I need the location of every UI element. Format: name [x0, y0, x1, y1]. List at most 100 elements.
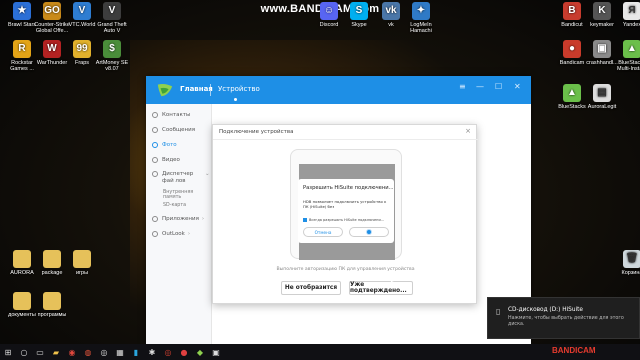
- desktop-shortcut-label: LogMeIn Hamachi: [410, 22, 432, 34]
- desktop-shortcut[interactable]: ✦ LogMeIn Hamachi: [401, 2, 441, 34]
- games-folder-icon: [73, 250, 91, 268]
- record-icon[interactable]: ●: [176, 344, 192, 360]
- sidebar-item-label: OutLook: [162, 231, 185, 237]
- desktop-shortcut[interactable]: Я Yandex: [612, 2, 640, 28]
- sidebar-item-label: Диспетчер фай лов: [162, 171, 194, 184]
- task-view-icon[interactable]: ▭: [32, 344, 48, 360]
- close-icon[interactable]: ×: [465, 127, 471, 135]
- dialog-divider: [213, 139, 478, 140]
- bandicam-taskbar-icon[interactable]: ◎: [160, 344, 176, 360]
- hisuite-taskbar-icon[interactable]: ◆: [192, 344, 208, 360]
- chrome-icon[interactable]: ◉: [64, 344, 80, 360]
- explorer-icon[interactable]: ▰: [48, 344, 64, 360]
- aurora-folder-icon: [13, 250, 31, 268]
- csgo-icon: GO: [43, 2, 61, 20]
- not-shown-button[interactable]: Не отобразится: [281, 281, 341, 295]
- chevron-right-icon: ›: [187, 231, 191, 237]
- video-icon: [152, 157, 158, 163]
- package-folder-icon: [43, 250, 61, 268]
- sidebar-item-label: Видео: [162, 157, 180, 163]
- sidebar-item-video[interactable]: Видео: [152, 157, 212, 164]
- notification-text: Нажмите, чтобы выбрать действие для этог…: [508, 316, 624, 327]
- folder-icon: [152, 171, 158, 177]
- discord-icon: ☺: [320, 2, 338, 20]
- tap-indicator-icon: [366, 229, 372, 235]
- photos-icon: [152, 142, 158, 148]
- menu-icon[interactable]: ≡: [459, 82, 466, 91]
- phone-ok-button: [349, 227, 389, 237]
- start-icon[interactable]: ⊞: [0, 344, 16, 360]
- bluestacks-multi-icon: ▲: [623, 40, 640, 58]
- browser-icon[interactable]: ◍: [80, 344, 96, 360]
- app-icon[interactable]: ▦: [112, 344, 128, 360]
- maximize-icon[interactable]: ☐: [495, 82, 502, 91]
- sidebar-item-photos[interactable]: Фото: [152, 142, 212, 149]
- gta-icon: V: [103, 2, 121, 20]
- close-icon[interactable]: ✕: [514, 82, 521, 91]
- notification-title: CD-дисковод (D:) HiSuite: [508, 307, 583, 313]
- chevron-down-icon: ⌄: [205, 171, 210, 177]
- crashhandler-icon: ▣: [593, 40, 611, 58]
- always-allow-checkbox: Всегда разрешать HiSuite подключени...: [303, 218, 384, 222]
- sidebar-item-outlook[interactable]: OutLook ›: [152, 231, 212, 238]
- sidebar-item-sd-card[interactable]: SD-карта: [163, 203, 186, 208]
- active-tab-indicator: [234, 98, 237, 101]
- outlook-icon: [152, 231, 158, 237]
- desktop-shortcut[interactable]: игры: [62, 250, 102, 276]
- already-confirmed-button[interactable]: Уже подтверждено...: [349, 281, 413, 295]
- desktop-shortcut-label: программы: [37, 312, 67, 318]
- desktop-shortcut[interactable]: ▤ AuroraLegit: [582, 84, 622, 110]
- search-icon[interactable]: ○: [16, 344, 32, 360]
- phone-dialog-title: Разрешить HiSuite подключени...: [303, 185, 394, 191]
- hisuite-logo-icon: [157, 84, 173, 97]
- desktop-shortcut[interactable]: 🗑 Корзина: [612, 250, 640, 276]
- minimize-icon[interactable]: —: [476, 82, 484, 91]
- sidebar-item-messages[interactable]: Сообщения: [152, 127, 212, 134]
- skype-icon: S: [350, 2, 368, 20]
- documents-folder-icon: [13, 292, 31, 310]
- steam-icon[interactable]: ◎: [96, 344, 112, 360]
- bluestacks-icon: ▲: [563, 84, 581, 102]
- artmoney-icon: $: [103, 40, 121, 58]
- brawl-stars-icon: ★: [13, 2, 31, 20]
- sidebar-item-apps[interactable]: Приложения ›: [152, 216, 212, 223]
- bandicam-logo: BANDICAM: [552, 346, 596, 355]
- checkbox-icon: [303, 218, 307, 222]
- desktop-shortcut[interactable]: V Grand Theft Auto V: [92, 2, 132, 34]
- checkbox-label: Всегда разрешать HiSuite подключени...: [309, 218, 385, 222]
- hisuite-header: Главная Устройство ≡ — ☐ ✕: [146, 76, 531, 104]
- autoplay-notification[interactable]: ▯ CD-дисковод (D:) HiSuite Нажмите, чтоб…: [487, 297, 640, 339]
- yandex-icon: Я: [623, 2, 640, 20]
- desktop-shortcut[interactable]: программы: [32, 292, 72, 318]
- desktop-shortcut[interactable]: ▲ BlueStacks Multi-Insta...: [612, 40, 640, 72]
- phone-permission-dialog: Разрешить HiSuite подключени... HDB позв…: [298, 179, 394, 243]
- app-icon[interactable]: ▮: [128, 344, 144, 360]
- hamachi-icon: ✦: [412, 2, 430, 20]
- desktop-shortcut-label: Yandex: [622, 22, 640, 28]
- bandicam-icon: ●: [563, 40, 581, 58]
- app-icon[interactable]: ▣: [208, 344, 224, 360]
- sidebar-item-label: Сообщения: [162, 127, 196, 133]
- settings-icon[interactable]: ✱: [144, 344, 160, 360]
- programs-folder-icon: [43, 292, 61, 310]
- desktop-shortcut-label: BlueStacks Multi-Insta...: [617, 60, 640, 72]
- keymaker-icon: K: [593, 2, 611, 20]
- messages-icon: [152, 127, 158, 133]
- warthunder-icon: W: [43, 40, 61, 58]
- sidebar-item-contacts[interactable]: Контакты: [152, 112, 212, 119]
- desktop-shortcut-label: игры: [75, 270, 89, 276]
- desktop-shortcut[interactable]: $ ArtMoney SE v8.07: [92, 40, 132, 72]
- connection-dialog: Подключение устройства × Разрешить HiSui…: [212, 124, 478, 304]
- dialog-hint: Выполните авторизацию ПК для управления …: [276, 267, 415, 272]
- desktop-shortcut-label: AuroraLegit: [587, 104, 617, 110]
- nav-device-tab[interactable]: Устройство: [218, 85, 260, 93]
- sidebar-item-internal-memory[interactable]: Внутренняя память: [163, 190, 211, 200]
- sidebar-item-label: Приложения: [162, 216, 199, 222]
- fraps-icon: 99: [73, 40, 91, 58]
- nav-home-tab[interactable]: Главная: [180, 85, 213, 93]
- sidebar-item-file-manager[interactable]: Диспетчер фай лов ⌄: [152, 171, 212, 184]
- nav-divider: [210, 84, 211, 96]
- desktop-shortcut-label: Grand Theft Auto V: [97, 22, 127, 34]
- vtc-world-icon: V: [73, 2, 91, 20]
- sidebar-item-label: Фото: [162, 142, 177, 148]
